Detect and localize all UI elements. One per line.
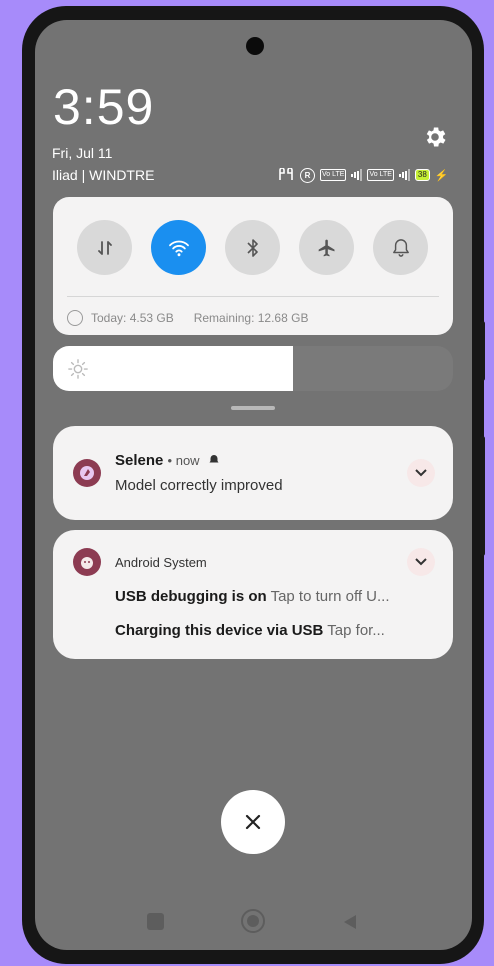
notification-selene[interactable]: Selene • now Model correctly improved [53, 426, 453, 520]
data-today: Today: 4.53 GB [91, 311, 174, 325]
bell-icon [392, 238, 409, 257]
signal-icon [351, 169, 363, 181]
sun-icon [68, 359, 88, 379]
clear-all-button[interactable] [221, 790, 285, 854]
chevron-down-icon [415, 469, 427, 477]
earbuds-icon [277, 168, 295, 182]
data-usage-row[interactable]: Today: 4.53 GB Remaining: 12.68 GB [67, 307, 439, 329]
status-time: 3:59 [53, 79, 155, 135]
expand-notification-button[interactable] [407, 548, 435, 576]
toggle-sound[interactable] [373, 220, 428, 275]
settings-gear-icon[interactable] [422, 124, 448, 150]
toggle-wifi[interactable] [151, 220, 206, 275]
charging-icon: ⚡ [434, 169, 449, 182]
notification-line-usb-debugging[interactable]: USB debugging is on Tap to turn off U... [115, 588, 433, 605]
status-date: Fri, Jul 11 [52, 145, 113, 161]
alarm-icon [209, 455, 219, 463]
airplane-icon [318, 239, 334, 256]
notification-line-charging[interactable]: Charging this device via USB Tap for... [115, 622, 433, 639]
volte-icon-2: Vo LTE [367, 169, 394, 181]
notification-app-name: Android System [115, 555, 207, 570]
data-usage-icon [67, 310, 83, 326]
status-icons: R Vo LTE Vo LTE 38 ⚡ [277, 166, 457, 184]
toggle-mobile-data[interactable] [77, 220, 132, 275]
shade-handle[interactable] [231, 406, 275, 410]
notification-app-name: Selene [115, 452, 164, 469]
toggle-bluetooth[interactable] [225, 220, 280, 275]
brightness-slider[interactable] [53, 346, 453, 391]
toggle-airplane[interactable] [299, 220, 354, 275]
quick-settings-panel: Today: 4.53 GB Remaining: 12.68 GB [53, 197, 453, 335]
quick-settings-divider [67, 296, 439, 297]
brightness-fill [53, 346, 293, 391]
home-button[interactable] [241, 909, 265, 933]
data-remaining: Remaining: 12.68 GB [193, 311, 309, 325]
volume-button [480, 321, 485, 381]
close-icon [245, 814, 261, 830]
notification-line-title: Charging this device via USB [115, 622, 324, 639]
wifi-icon [168, 240, 189, 256]
notification-line-text: Tap for... [327, 622, 385, 639]
power-button [480, 436, 485, 556]
volte-icon: Vo LTE [320, 169, 347, 181]
front-camera [246, 37, 264, 55]
expand-notification-button[interactable] [407, 459, 435, 487]
notification-line-title: USB debugging is on [115, 588, 267, 605]
data-arrows-icon [97, 240, 112, 255]
notification-body: Model correctly improved [115, 477, 283, 494]
notification-title: Selene • now [115, 452, 220, 469]
carrier-name: Iliad | WINDTRE [52, 167, 155, 183]
roaming-icon: R [300, 167, 315, 183]
recents-button[interactable] [147, 913, 164, 930]
notification-android-system[interactable]: Android System USB debugging is on Tap t… [53, 530, 453, 659]
notification-shade: 3:59 Fri, Jul 11 Iliad | WINDTRE R Vo LT… [35, 20, 472, 950]
notification-line-text: Tap to turn off U... [270, 588, 390, 605]
notification-time: • now [167, 453, 200, 468]
selene-app-icon [73, 459, 101, 487]
signal-icon-2 [398, 169, 410, 181]
android-system-app-icon [73, 548, 101, 576]
bluetooth-icon [246, 238, 258, 257]
back-button[interactable] [341, 913, 359, 931]
chevron-down-icon [415, 558, 427, 566]
battery-icon: 38 [414, 169, 430, 181]
